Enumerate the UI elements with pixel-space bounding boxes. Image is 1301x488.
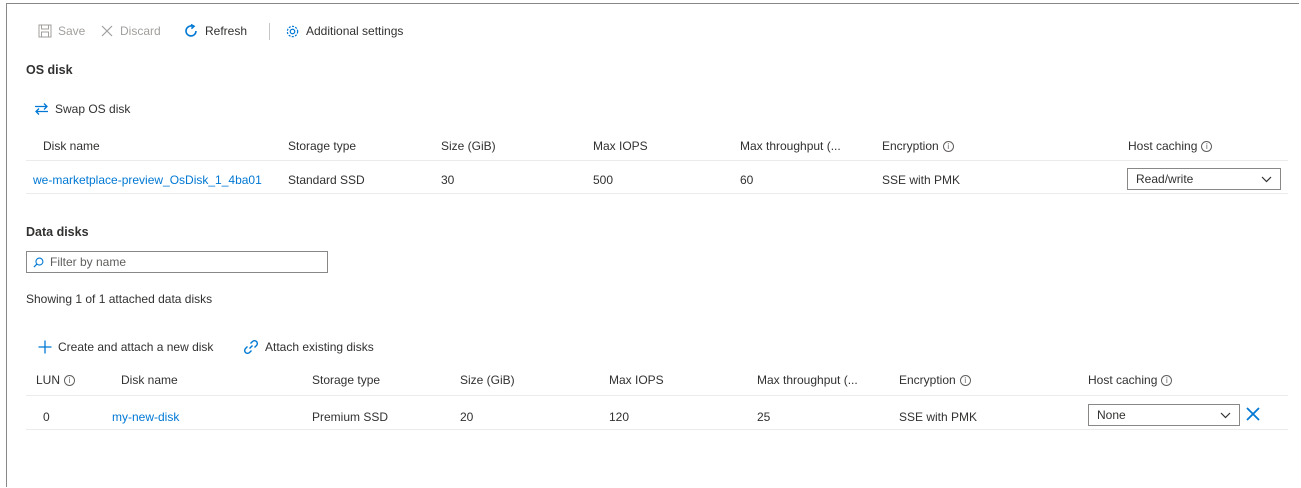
save-button[interactable]: Save [38, 20, 85, 42]
close-icon [100, 24, 114, 38]
data-col-size: Size (GiB) [460, 373, 515, 387]
data-disk-size: 20 [460, 410, 474, 424]
info-icon[interactable]: i [1201, 141, 1213, 153]
link-icon [243, 339, 259, 355]
chevron-down-icon [1261, 176, 1272, 183]
swap-os-disk-button[interactable]: Swap OS disk [34, 98, 130, 120]
chevron-down-icon [1220, 412, 1231, 419]
os-col-max-iops: Max IOPS [593, 139, 648, 153]
info-icon[interactable]: i [942, 141, 954, 153]
os-col-host-caching-label: Host caching [1128, 139, 1198, 153]
attach-existing-disks-button[interactable]: Attach existing disks [243, 336, 374, 358]
data-host-caching-value: None [1097, 408, 1126, 422]
os-col-disk-name: Disk name [43, 139, 100, 153]
save-label: Save [58, 24, 86, 38]
data-col-storage-type: Storage type [312, 373, 381, 387]
data-col-max-throughput: Max throughput (... [757, 373, 858, 387]
data-disk-max-iops: 120 [609, 410, 630, 424]
os-col-host-caching: Host caching i [1128, 139, 1213, 153]
os-disk-name-link[interactable]: we-marketplace-preview_OsDisk_1_4ba01 [33, 173, 262, 187]
data-col-encryption: Encryption i [899, 373, 971, 387]
search-icon [33, 257, 44, 268]
showing-count-text: Showing 1 of 1 attached data disks [26, 292, 213, 306]
os-disk-max-iops: 500 [593, 173, 614, 187]
create-attach-disk-label: Create and attach a new disk [58, 340, 214, 354]
data-col-host-caching-label: Host caching [1088, 373, 1158, 387]
filter-input[interactable]: Filter by name [26, 251, 328, 273]
gear-icon [285, 24, 300, 39]
save-icon [38, 24, 52, 38]
toolbar-divider [269, 23, 270, 40]
info-icon[interactable]: i [959, 375, 971, 387]
data-col-host-caching: Host caching i [1088, 373, 1173, 387]
os-col-storage-type: Storage type [288, 139, 357, 153]
data-disk-max-throughput: 25 [757, 410, 771, 424]
os-disk-title: OS disk [26, 63, 73, 77]
swap-os-disk-label: Swap OS disk [55, 102, 131, 116]
data-col-lun: LUN i [36, 373, 76, 387]
data-disk-encryption: SSE with PMK [899, 410, 978, 424]
refresh-icon [183, 23, 199, 39]
data-col-max-iops: Max IOPS [609, 373, 664, 387]
data-disk-storage-type: Premium SSD [312, 410, 389, 424]
refresh-button[interactable]: Refresh [183, 20, 247, 42]
discard-button[interactable]: Discard [100, 20, 161, 42]
data-col-disk-name: Disk name [121, 373, 178, 387]
data-col-lun-label: LUN [36, 373, 61, 387]
swap-icon [34, 102, 49, 116]
os-host-caching-select[interactable]: Read/write [1127, 168, 1281, 190]
os-col-encryption-label: Encryption [882, 139, 939, 153]
additional-settings-button[interactable]: Additional settings [285, 20, 403, 42]
info-icon[interactable]: i [64, 375, 76, 387]
discard-label: Discard [120, 24, 161, 38]
os-disk-encryption: SSE with PMK [882, 173, 961, 187]
additional-settings-label: Additional settings [306, 24, 404, 38]
detach-disk-button[interactable] [1245, 406, 1261, 422]
data-col-encryption-label: Encryption [899, 373, 956, 387]
data-disk-name-link[interactable]: my-new-disk [112, 410, 179, 424]
refresh-label: Refresh [205, 24, 248, 38]
data-disk-lun: 0 [43, 410, 50, 424]
data-host-caching-select[interactable]: None [1088, 404, 1240, 426]
os-col-size: Size (GiB) [441, 139, 496, 153]
attach-existing-disks-label: Attach existing disks [265, 340, 374, 354]
filter-placeholder: Filter by name [50, 255, 127, 269]
os-row-divider [26, 193, 1288, 194]
data-row-divider [26, 429, 1288, 430]
os-host-caching-value: Read/write [1136, 172, 1194, 186]
close-icon [1245, 406, 1261, 422]
os-col-max-throughput: Max throughput (... [740, 139, 841, 153]
os-disk-max-throughput: 60 [740, 173, 754, 187]
os-disk-storage-type: Standard SSD [288, 173, 365, 187]
os-col-encryption: Encryption i [882, 139, 954, 153]
data-header-divider [26, 395, 1288, 396]
create-attach-disk-button[interactable]: Create and attach a new disk [38, 336, 213, 358]
data-disks-title: Data disks [26, 225, 89, 239]
info-icon[interactable]: i [1161, 375, 1173, 387]
plus-icon [38, 340, 52, 354]
os-header-divider [26, 160, 1288, 161]
os-disk-size: 30 [441, 173, 455, 187]
